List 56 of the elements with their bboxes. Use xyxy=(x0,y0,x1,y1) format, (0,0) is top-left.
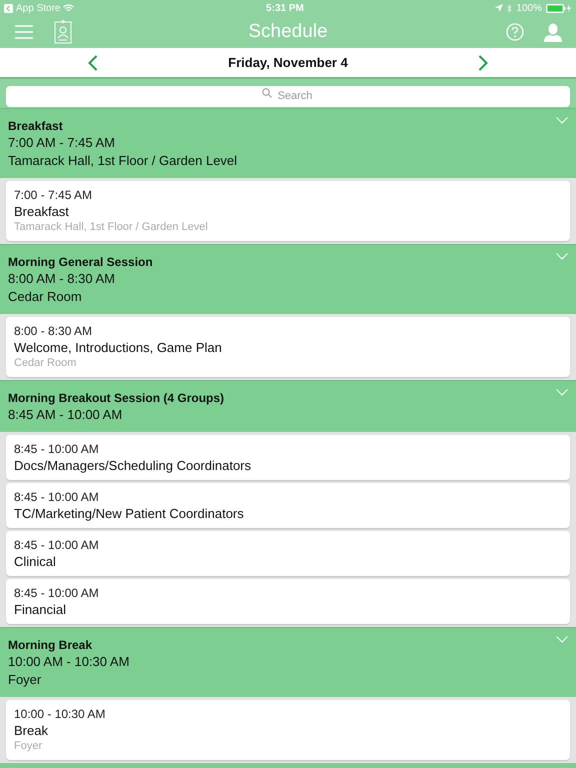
wifi-icon xyxy=(63,4,74,12)
event-title: Clinical xyxy=(14,553,57,570)
battery-percent: 100% xyxy=(516,2,542,16)
event-card[interactable]: 8:45 - 10:00 AM TC/Marketing/New Patient Coordinators xyxy=(6,483,570,528)
bluetooth-icon xyxy=(507,4,512,12)
event-location: Tamarack Hall, 1st Floor / Garden Level xyxy=(14,220,209,235)
nav-title: Schedule xyxy=(247,20,329,44)
event-card[interactable]: 8:45 - 10:00 AM Financial xyxy=(6,579,570,624)
badge-id-button[interactable] xyxy=(54,20,72,44)
location-arrow-icon xyxy=(495,4,504,12)
section-title: Morning Breakout Session (4 Groups) xyxy=(8,390,224,406)
event-time: 8:45 - 10:00 AM xyxy=(14,537,100,553)
event-time: 8:00 - 8:30 AM xyxy=(14,323,94,339)
event-card[interactable]: 8:45 - 10:00 AM Docs/Managers/Scheduling Coordinators xyxy=(6,435,570,480)
search-icon xyxy=(262,88,272,98)
help-button[interactable] xyxy=(506,23,524,41)
date-label: Friday, November 4 xyxy=(227,54,349,72)
profile-button[interactable] xyxy=(544,22,562,42)
section-title: Morning General Session xyxy=(8,254,153,270)
back-icon xyxy=(4,4,13,12)
event-time: 8:45 - 10:00 AM xyxy=(14,441,100,457)
event-card[interactable]: 10:00 - 10:30 AM Break Foyer xyxy=(6,700,570,760)
chevron-down-icon xyxy=(556,389,568,396)
section-location: Cedar Room xyxy=(8,288,82,306)
section-title: Morning Break xyxy=(8,637,92,653)
event-time: 8:45 - 10:00 AM xyxy=(14,585,100,601)
section-time: 7:00 AM - 7:45 AM xyxy=(8,134,115,152)
event-card[interactable]: 7:00 - 7:45 AM Breakfast Tamarack Hall, 1st Floor / Garden Level xyxy=(6,181,570,241)
event-title: Docs/Managers/Scheduling Coordinators xyxy=(14,457,252,474)
search-field[interactable]: Search xyxy=(6,86,570,106)
event-title: Welcome, Introductions, Game Plan xyxy=(14,339,223,356)
chevron-down-icon xyxy=(556,636,568,643)
event-time: 8:45 - 10:00 AM xyxy=(14,489,100,505)
section-time: 10:00 AM - 10:30 AM xyxy=(8,653,130,671)
event-time: 10:00 - 10:30 AM xyxy=(14,706,106,722)
chevron-down-icon xyxy=(556,253,568,260)
battery-icon xyxy=(546,4,572,12)
event-card[interactable]: 8:45 - 10:00 AM Clinical xyxy=(6,531,570,576)
next-day-button[interactable] xyxy=(478,54,488,70)
chevron-down-icon xyxy=(556,117,568,124)
event-location: Cedar Room xyxy=(14,356,78,371)
section-location: Foyer xyxy=(8,671,42,689)
event-title: Financial xyxy=(14,601,68,618)
event-title: Break xyxy=(14,722,49,739)
event-time: 7:00 - 7:45 AM xyxy=(14,187,94,203)
previous-day-button[interactable] xyxy=(88,54,98,70)
event-location: Foyer xyxy=(14,739,44,754)
section-location: Tamarack Hall, 1st Floor / Garden Level xyxy=(8,152,238,170)
section-time: 8:45 AM - 10:00 AM xyxy=(8,406,122,424)
status-time: 5:31 PM xyxy=(266,2,304,16)
section-title: Breakfast xyxy=(8,118,63,134)
event-card[interactable]: 8:00 - 8:30 AM Welcome, Introductions, Game Plan Cedar Room xyxy=(6,317,570,377)
event-title: TC/Marketing/New Patient Coordinators xyxy=(14,505,245,522)
event-title: Breakfast xyxy=(14,203,70,220)
section-time: 8:00 AM - 8:30 AM xyxy=(8,270,115,288)
menu-button[interactable] xyxy=(14,25,34,39)
